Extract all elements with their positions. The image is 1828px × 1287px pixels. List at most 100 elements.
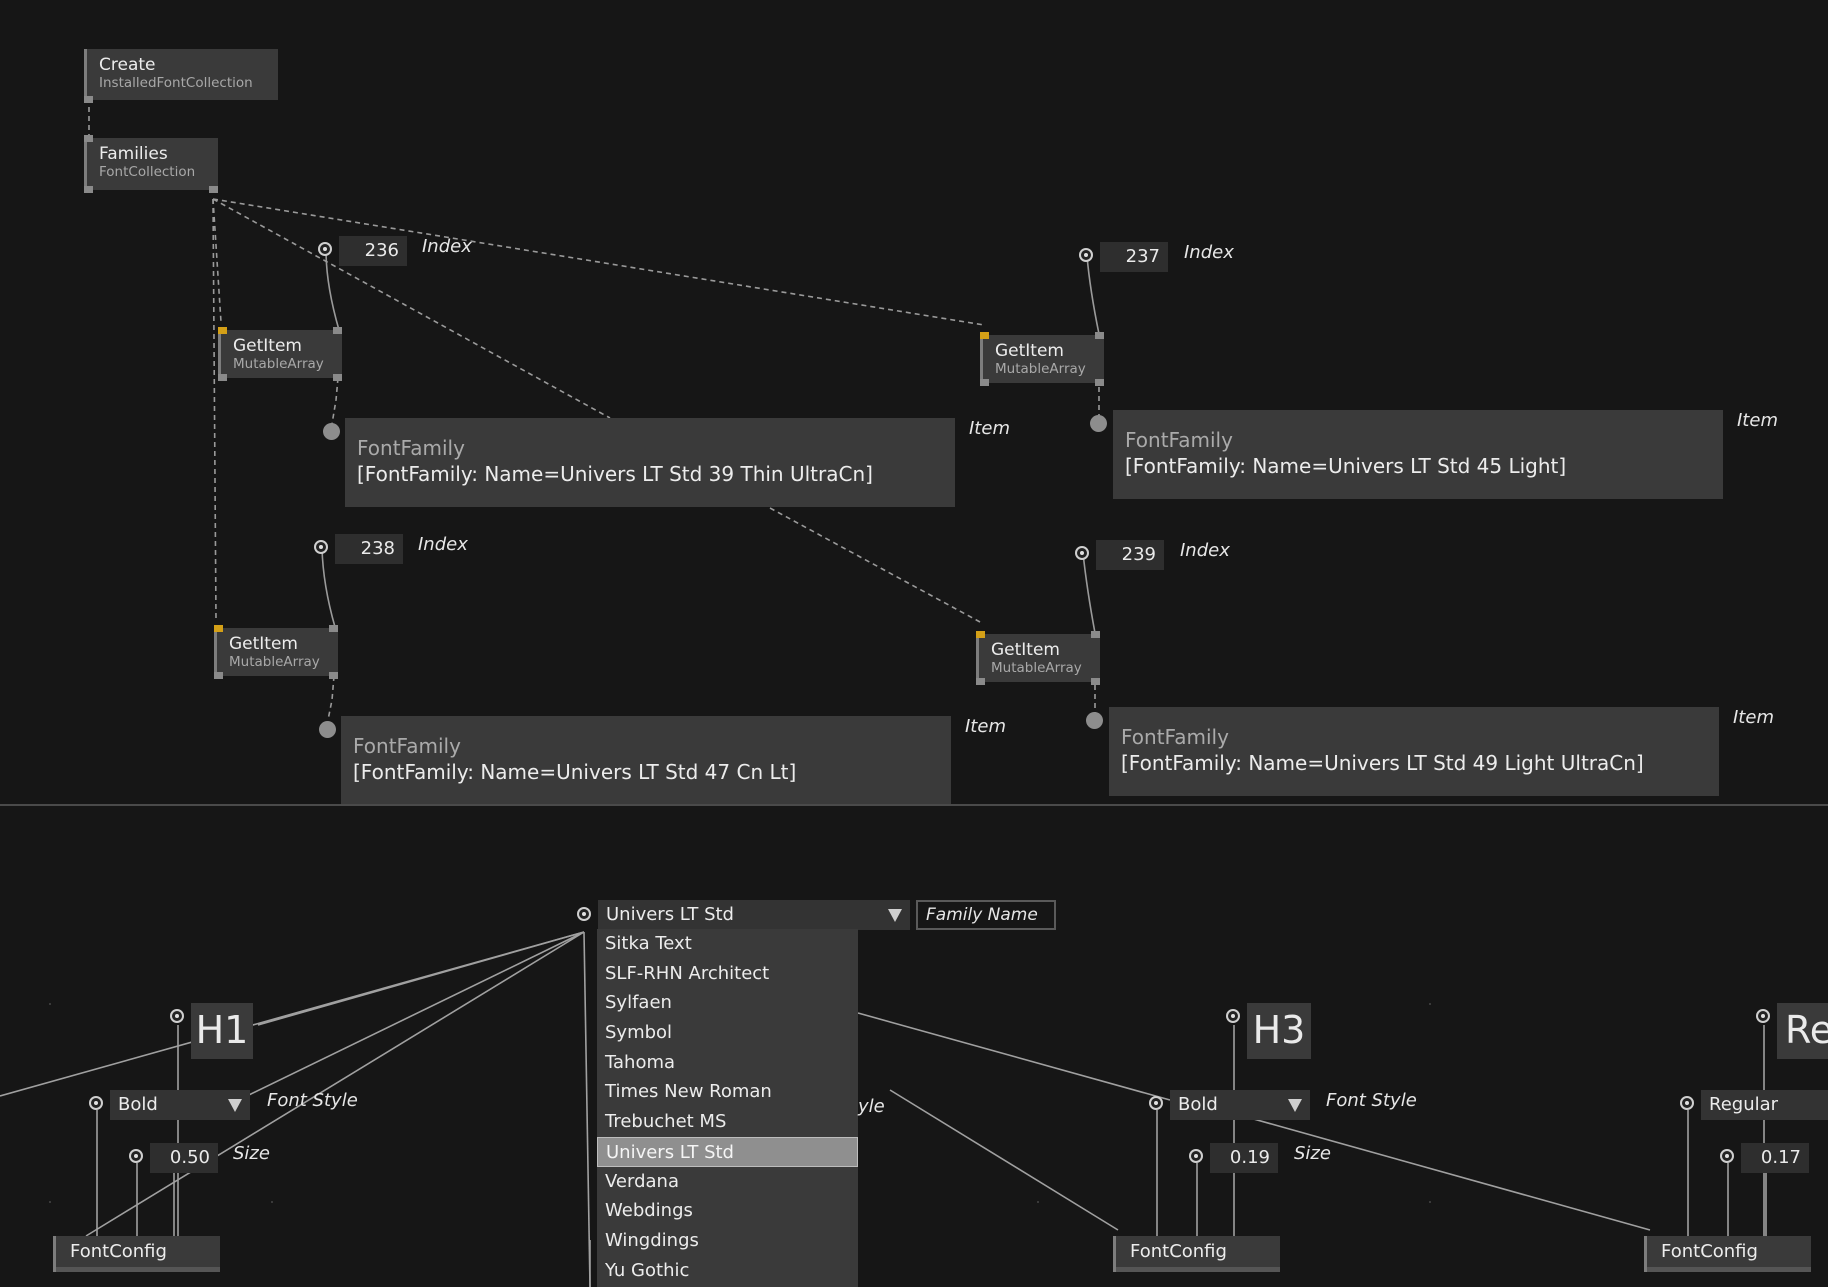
chevron-down-icon[interactable] <box>888 909 902 922</box>
chevron-down-icon[interactable] <box>228 1099 242 1112</box>
families-output-pin[interactable] <box>209 186 218 193</box>
heading-h1[interactable]: H1 <box>191 1003 253 1059</box>
family-dropdown-list[interactable]: Sitka Text SLF-RHN Architect Sylfaen Sym… <box>597 929 858 1287</box>
tooltip-238-type: FontFamily <box>353 734 461 758</box>
dropdown-option[interactable]: Yu Gothic <box>597 1256 858 1286</box>
tooltip-236-type: FontFamily <box>357 436 465 460</box>
heading-h3[interactable]: H3 <box>1247 1003 1311 1059</box>
dropdown-option[interactable]: Webdings <box>597 1196 858 1226</box>
dropdown-option[interactable]: Sylfaen <box>597 988 858 1018</box>
item-236-output-pin[interactable] <box>323 423 340 440</box>
item-239-output-pin[interactable] <box>1086 712 1103 729</box>
fontconfig-node-h1[interactable]: FontConfig <box>53 1236 220 1272</box>
getitem-239-input-pin[interactable] <box>976 631 985 638</box>
tooltip-238: FontFamily [FontFamily: Name=Univers LT … <box>341 716 951 805</box>
re-style-input-pin[interactable] <box>1680 1096 1694 1110</box>
family-name-label: Family Name <box>916 900 1056 930</box>
index-239-iobox[interactable]: 239 <box>1096 540 1164 570</box>
dropdown-option[interactable]: Wingdings <box>597 1226 858 1256</box>
h1-input-pin[interactable] <box>170 1009 184 1023</box>
tooltip-236-value: [FontFamily: Name=Univers LT Std 39 Thin… <box>357 462 873 486</box>
family-combo-input-pin[interactable] <box>577 907 591 921</box>
h1-font-style-label: Font Style <box>267 1090 358 1111</box>
dropdown-option[interactable]: Verdana <box>597 1167 858 1197</box>
index-238-input-pin[interactable] <box>314 540 328 554</box>
h1-size-input-pin[interactable] <box>129 1149 143 1163</box>
create-output-pin[interactable] <box>84 96 93 103</box>
fontconfig-node-re[interactable]: FontConfig <box>1644 1236 1811 1272</box>
h3-size-label: Size <box>1294 1143 1331 1164</box>
h1-size-label: Size <box>233 1143 270 1164</box>
index-236-iobox[interactable]: 236 <box>339 236 407 266</box>
dropdown-option[interactable]: Trebuchet MS <box>597 1107 858 1137</box>
getitem-node-239-subtitle: MutableArray <box>991 660 1082 676</box>
dropdown-option[interactable]: Sitka Text <box>597 929 858 959</box>
index-238-iobox[interactable]: 238 <box>335 534 403 564</box>
create-node[interactable]: Create InstalledFontCollection <box>84 49 278 103</box>
getitem-239-index-pin[interactable] <box>1091 631 1100 638</box>
getitem-237-index-pin[interactable] <box>1095 332 1104 339</box>
index-236-input-pin[interactable] <box>318 242 332 256</box>
fontconfig-node-h3[interactable]: FontConfig <box>1113 1236 1280 1272</box>
chevron-down-icon[interactable] <box>1288 1099 1302 1112</box>
dropdown-option[interactable]: SLF-RHN Architect <box>597 959 858 989</box>
getitem-236-output-pin-left[interactable] <box>218 374 227 381</box>
families-output-pin-left[interactable] <box>84 186 93 193</box>
getitem-237-output-pin-left[interactable] <box>980 379 989 386</box>
re-font-style-combobox[interactable]: Regular <box>1701 1090 1828 1120</box>
getitem-239-output-pin-left[interactable] <box>976 678 985 685</box>
tooltip-236: FontFamily [FontFamily: Name=Univers LT … <box>345 418 955 507</box>
h3-size-iobox[interactable]: 0.19 <box>1210 1143 1278 1173</box>
h1-font-style-combobox[interactable]: Bold <box>110 1090 250 1120</box>
getitem-236-input-pin[interactable] <box>218 327 227 334</box>
getitem-237-output-pin[interactable] <box>1095 379 1104 386</box>
h3-input-pin[interactable] <box>1226 1009 1240 1023</box>
getitem-node-238[interactable]: GetItem MutableArray <box>214 625 338 679</box>
fontconfig-node-h3-title: FontConfig <box>1130 1241 1227 1262</box>
index-239-input-pin[interactable] <box>1075 546 1089 560</box>
h3-font-style-combobox[interactable]: Bold <box>1170 1090 1310 1120</box>
getitem-236-index-pin[interactable] <box>333 327 342 334</box>
getitem-236-output-pin[interactable] <box>333 374 342 381</box>
patch-divider <box>0 804 1828 806</box>
item-237-output-pin[interactable] <box>1090 415 1107 432</box>
getitem-237-input-pin[interactable] <box>980 332 989 339</box>
item-238-label: Item <box>965 716 1006 737</box>
fontconfig-h1-output-bar <box>56 1267 220 1272</box>
index-237-label: Index <box>1184 242 1234 263</box>
partial-font-style-label: yle <box>858 1096 885 1117</box>
h1-size-iobox[interactable]: 0.50 <box>150 1143 218 1173</box>
getitem-node-237[interactable]: GetItem MutableArray <box>980 332 1104 386</box>
h3-size-input-pin[interactable] <box>1189 1149 1203 1163</box>
index-237-input-pin[interactable] <box>1079 248 1093 262</box>
h1-style-input-pin[interactable] <box>89 1096 103 1110</box>
getitem-node-239[interactable]: GetItem MutableArray <box>976 631 1100 685</box>
getitem-238-input-pin[interactable] <box>214 625 223 632</box>
dropdown-option[interactable]: Symbol <box>597 1018 858 1048</box>
getitem-node-236[interactable]: GetItem MutableArray <box>218 327 342 381</box>
getitem-239-output-pin[interactable] <box>1091 678 1100 685</box>
getitem-node-238-subtitle: MutableArray <box>229 654 320 670</box>
heading-re[interactable]: Re <box>1777 1003 1828 1059</box>
grid-dot <box>1037 1201 1039 1203</box>
item-236-label: Item <box>969 418 1010 439</box>
dropdown-option-selected[interactable]: Univers LT Std <box>597 1136 858 1167</box>
families-node[interactable]: Families FontCollection <box>84 135 218 193</box>
getitem-238-output-pin[interactable] <box>329 672 338 679</box>
getitem-node-237-subtitle: MutableArray <box>995 361 1086 377</box>
getitem-node-238-title: GetItem <box>229 634 298 654</box>
item-238-output-pin[interactable] <box>319 721 336 738</box>
getitem-238-output-pin-left[interactable] <box>214 672 223 679</box>
families-input-pin[interactable] <box>84 135 93 142</box>
dropdown-option[interactable]: Times New Roman <box>597 1077 858 1107</box>
h3-style-input-pin[interactable] <box>1149 1096 1163 1110</box>
h3-font-style-value: Bold <box>1178 1094 1218 1115</box>
re-size-input-pin[interactable] <box>1720 1149 1734 1163</box>
family-name-combobox[interactable]: Univers LT Std <box>598 900 910 930</box>
re-input-pin[interactable] <box>1756 1009 1770 1023</box>
dropdown-option[interactable]: Tahoma <box>597 1048 858 1078</box>
re-size-iobox[interactable]: 0.17 <box>1741 1143 1809 1173</box>
index-237-iobox[interactable]: 237 <box>1100 242 1168 272</box>
getitem-node-236-title: GetItem <box>233 336 302 356</box>
getitem-238-index-pin[interactable] <box>329 625 338 632</box>
